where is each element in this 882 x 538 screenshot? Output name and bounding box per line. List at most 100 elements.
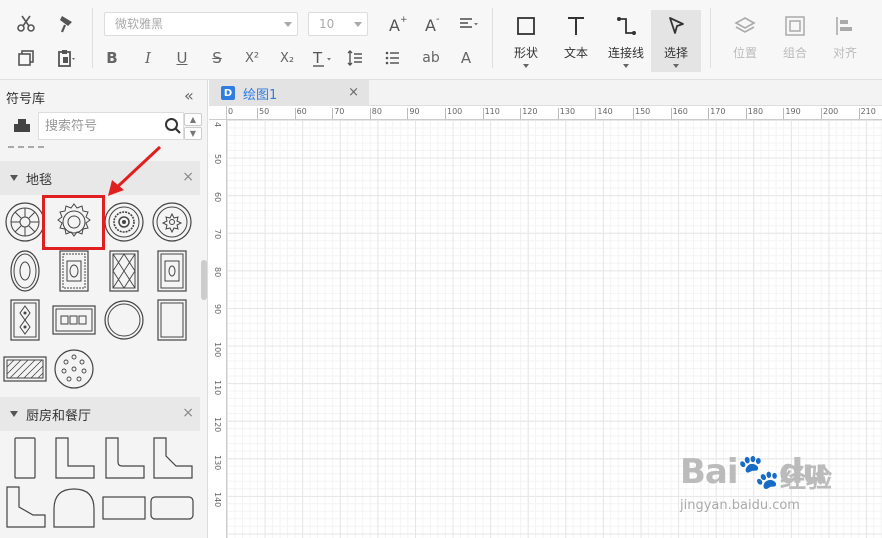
table-symbol-arch[interactable] (52, 485, 96, 529)
decrease-font-icon[interactable]: A- (420, 10, 448, 38)
superscript-button[interactable]: X² (240, 44, 264, 72)
position-button[interactable]: 位置 (720, 10, 770, 72)
ruler-tick-label: 50 (259, 107, 270, 116)
connector-icon (617, 17, 636, 35)
line-spacing-icon[interactable] (342, 44, 370, 72)
carpet-symbol-rect-three-boxes[interactable] (52, 298, 96, 342)
carpet-symbol-flower[interactable] (150, 200, 194, 244)
cursor-arrow-icon (669, 17, 684, 34)
ruler-tick (745, 108, 747, 119)
close-tab-icon[interactable]: × (348, 85, 359, 100)
ruler-tick (257, 108, 258, 119)
carpet-symbol-rect-oval[interactable] (150, 249, 194, 293)
carpet-symbol-rect-diamonds[interactable] (3, 298, 47, 342)
cut-icon[interactable] (12, 10, 40, 38)
panel-scrollbar[interactable] (201, 260, 207, 300)
separator (492, 8, 493, 68)
ruler-tick-label: 170 (710, 107, 726, 116)
list-icon[interactable] (380, 44, 408, 72)
group-button[interactable]: 组合 (770, 10, 820, 72)
ruler-tick (557, 108, 559, 119)
carpet-symbol-dotted-circle[interactable] (52, 347, 96, 391)
expand-triangle-icon (10, 175, 18, 181)
ruler-tick (633, 108, 634, 119)
carpet-symbol-rose[interactable] (102, 200, 146, 244)
carpet-symbol-rect-hatched[interactable] (3, 347, 47, 391)
svg-text:A: A (389, 16, 400, 34)
ruler-tick (708, 108, 710, 119)
italic-button[interactable]: I (138, 44, 158, 72)
ruler-tick-label: 100 (213, 342, 222, 358)
subscript-button[interactable]: X₂ (275, 44, 299, 72)
counter-symbol-l-corner[interactable] (3, 485, 47, 529)
carpet-symbol-rect-ornate[interactable] (52, 249, 96, 293)
connector-button[interactable]: 连接线 (601, 10, 651, 72)
ruler-tick-label: 110 (213, 379, 222, 395)
svg-text:-: - (436, 14, 440, 25)
carpet-symbol-rect-lattice[interactable] (102, 249, 146, 293)
ruler-tick (595, 108, 597, 119)
category-header-kitchen[interactable]: 厨房和餐厅 × (0, 397, 200, 431)
table-symbol-rect[interactable] (102, 485, 146, 529)
carpet-symbol-oval[interactable] (3, 249, 47, 293)
ruler-tick-label: 50 (213, 154, 222, 165)
ruler-tick (520, 108, 522, 119)
format-painter-icon[interactable] (52, 10, 80, 38)
shape-label: 形状 (513, 46, 538, 60)
strikethrough-button[interactable]: S (207, 44, 227, 72)
ruler-tick (369, 108, 371, 119)
ruler-tick-label: 60 (296, 107, 307, 116)
text-align-icon[interactable] (454, 10, 482, 38)
font-size-select[interactable]: 10 (308, 12, 368, 36)
select-button[interactable]: 选择 (651, 10, 701, 72)
tab-drawing1[interactable]: D 绘图1 × (209, 80, 369, 106)
collapse-panel-icon[interactable]: « (184, 86, 194, 105)
carpet-symbol-round-sun[interactable] (3, 200, 47, 244)
shape-button[interactable]: 形状 (501, 10, 551, 72)
font-color-button[interactable]: A (456, 44, 476, 72)
scroll-down-button[interactable]: ▼ (184, 127, 202, 140)
chevron-down-icon (623, 64, 629, 68)
counter-symbol-l-angled[interactable] (150, 436, 194, 480)
search-icon[interactable] (164, 117, 182, 135)
carpet-symbol-circle-plain[interactable] (102, 298, 146, 342)
panel-title: 符号库 (6, 92, 46, 107)
ruler-tick (294, 108, 296, 119)
counter-symbol-l-shape[interactable] (52, 436, 96, 480)
increase-font-icon[interactable]: A + (384, 10, 412, 38)
ruler-tick-label: 140 (213, 492, 222, 508)
ruler-tick-label: 130 (559, 107, 576, 116)
scroll-up-button[interactable]: ▲ (184, 113, 202, 126)
carpet-symbol-rect-plain[interactable] (150, 298, 194, 342)
text-style-icon[interactable]: T (308, 44, 336, 72)
library-stamp-icon[interactable] (12, 118, 32, 134)
underline-button[interactable]: U (172, 44, 192, 72)
text-case-button[interactable]: ab (418, 44, 444, 72)
vertical-ruler: 4 50 60 70 80 90 100 110 120 130 140 (209, 120, 227, 538)
svg-text:A: A (425, 16, 436, 34)
expand-triangle-icon (10, 411, 18, 417)
watermark-cn: 经验 (780, 464, 833, 494)
ruler-tick-label: 180 (747, 107, 764, 116)
connector-label: 连接线 (607, 46, 644, 60)
text-button[interactable]: 文本 (551, 10, 601, 72)
close-category-icon[interactable]: × (182, 405, 194, 421)
symbol-library-panel: 符号库 « ▲ ▼ 地毯 × (0, 80, 208, 538)
text-icon (568, 17, 584, 35)
bold-button[interactable]: B (102, 44, 122, 72)
ruler-tick-label: 160 (672, 107, 688, 116)
copy-icon[interactable] (12, 44, 40, 72)
close-category-icon[interactable]: × (182, 169, 194, 185)
counter-symbol-straight[interactable] (3, 436, 47, 480)
ruler-tick-label: 190 (785, 107, 801, 116)
divider (8, 146, 44, 148)
align-button[interactable]: 对齐 (820, 10, 870, 72)
table-symbol-rounded-rect[interactable] (150, 485, 194, 529)
search-input[interactable] (38, 112, 184, 140)
counter-symbol-l-rounded[interactable] (102, 436, 146, 480)
font-family-select[interactable]: 微软雅黑 (104, 12, 298, 36)
ruler-tick-label: 60 (213, 191, 222, 202)
paste-icon[interactable] (52, 44, 80, 72)
ruler-tick-label: 70 (334, 107, 345, 116)
category-name: 地毯 (26, 172, 53, 188)
